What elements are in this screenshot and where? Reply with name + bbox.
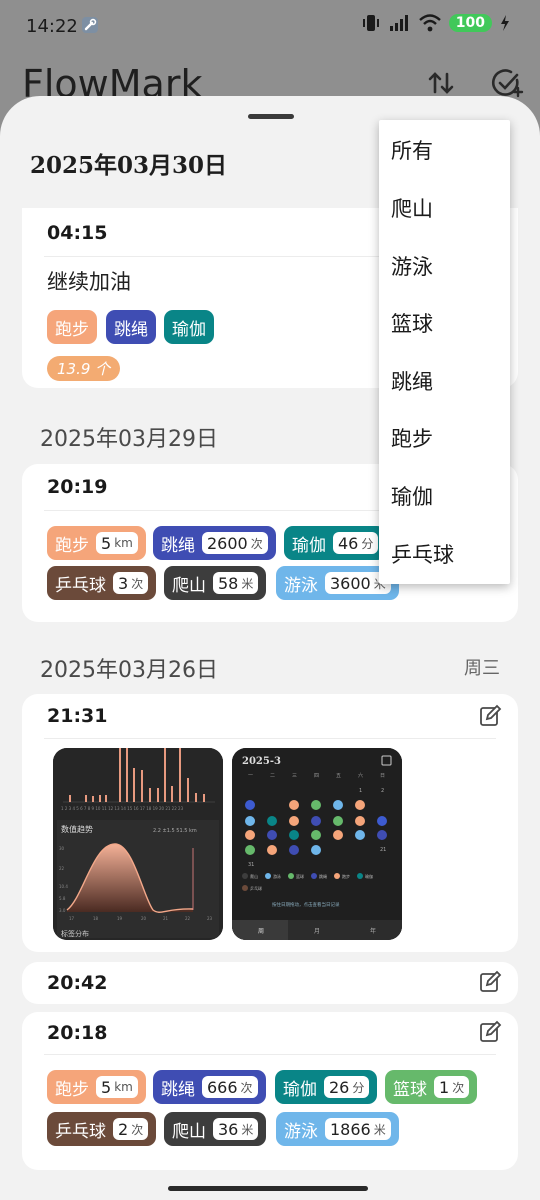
record-card[interactable]: 21:31 1 2 3 4 5 6 7 8 9 10 11 12 13 14 1…: [22, 694, 518, 952]
tag-yujia[interactable]: 瑜伽 46 分: [284, 526, 387, 560]
sort-icon[interactable]: [424, 66, 458, 100]
count-pill: 13.9 个: [47, 356, 121, 381]
tag-filter-menu[interactable]: 所有 爬山 游泳 篮球 跳绳 跑步 瑜伽 乒乓球: [379, 120, 510, 584]
calendar-screenshot-thumbnail[interactable]: 2025-3 一 二 三 四 五 六 日 1 2 21 31 爬山 游泳 篮球 跳…: [232, 748, 402, 940]
svg-text:31: 31: [248, 862, 254, 868]
svg-text:30: 30: [59, 846, 65, 851]
record-time: 20:19: [47, 476, 108, 498]
svg-text:瑜伽: 瑜伽: [365, 873, 373, 879]
tag-pashan[interactable]: 爬山 58 米: [164, 566, 267, 600]
trend-title: 数值趋势: [61, 824, 93, 834]
menu-item-lanqiu[interactable]: 篮球: [391, 308, 433, 338]
svg-text:23: 23: [207, 916, 213, 921]
svg-text:17: 17: [69, 916, 75, 921]
calendar-preview: 2025-3 一 二 三 四 五 六 日 1 2 21 31 爬山 游泳 篮球 跳绳…: [232, 748, 402, 940]
tag-pingpang[interactable]: 乒乓球 3 次: [47, 566, 157, 600]
svg-text:18: 18: [93, 916, 99, 921]
svg-text:五: 五: [336, 773, 341, 779]
tag-paobu[interactable]: 跑步 5 km: [47, 526, 146, 560]
signal-icon: [389, 15, 408, 31]
battery-indicator: 100: [448, 14, 492, 32]
svg-text:22: 22: [185, 916, 191, 921]
svg-text:21: 21: [163, 916, 169, 921]
record-note: 继续加油: [47, 270, 131, 294]
tag-paobu[interactable]: 跑步 5 km: [47, 1070, 146, 1104]
sheet-drag-handle[interactable]: [248, 114, 294, 119]
tag-yujia[interactable]: 瑜伽 26 分: [275, 1070, 378, 1104]
svg-text:游泳: 游泳: [273, 873, 281, 879]
menu-item-all[interactable]: 所有: [391, 135, 433, 165]
date-header: 2025年03月29日: [40, 427, 218, 452]
svg-text:3.0: 3.0: [59, 908, 66, 913]
tag-paobu[interactable]: 跑步: [47, 310, 97, 344]
date-header: 2025年03月30日: [30, 152, 228, 179]
menu-item-pingpang[interactable]: 乒乓球: [391, 539, 454, 569]
tag-tiaosheng[interactable]: 跳绳 2600 次: [153, 526, 276, 560]
tag-pingpang[interactable]: 乒乓球 2 次: [47, 1112, 157, 1146]
svg-text:爬山: 爬山: [250, 873, 258, 879]
record-card[interactable]: 20:18 跑步 5 km 跳绳 666 次 瑜伽 26 分 篮球 1 次 乒乓球 2 次 爬山 36…: [22, 1012, 518, 1170]
svg-text:10.4: 10.4: [59, 884, 68, 889]
check-add-icon[interactable]: [490, 66, 524, 100]
record-card[interactable]: 20:42: [22, 962, 518, 1004]
record-time: 04:15: [47, 222, 108, 244]
date-header: 2025年03月26日: [40, 658, 218, 683]
svg-text:跳绳: 跳绳: [319, 873, 327, 879]
tag-tiaosheng[interactable]: 跳绳 666 次: [153, 1070, 266, 1104]
calendar-hint: 按住日期拖动，点击查看当日记录: [272, 901, 340, 908]
record-time: 21:31: [47, 705, 108, 727]
charging-icon: [501, 15, 509, 31]
menu-item-youyong[interactable]: 游泳: [391, 251, 433, 281]
gesture-nav-bar[interactable]: [168, 1186, 368, 1191]
stats-screenshot-thumbnail[interactable]: 1 2 3 4 5 6 7 8 9 10 11 12 13 14 15 16 1…: [53, 748, 223, 940]
tag-yujia[interactable]: 瑜伽: [164, 310, 214, 344]
wrench-icon: [82, 17, 98, 33]
edit-icon[interactable]: [478, 704, 502, 728]
tag-youyong[interactable]: 游泳 1866 米: [276, 1112, 399, 1146]
svg-text:二: 二: [270, 773, 275, 779]
svg-text:周: 周: [258, 928, 264, 935]
svg-text:三: 三: [292, 773, 297, 779]
svg-text:跑步: 跑步: [342, 873, 350, 879]
stats-preview: 1 2 3 4 5 6 7 8 9 10 11 12 13 14 15 16 1…: [53, 748, 223, 940]
menu-item-paobu[interactable]: 跑步: [391, 423, 433, 453]
record-time: 20:42: [47, 972, 108, 994]
svg-text:5.8: 5.8: [59, 896, 66, 901]
status-bar: 14:22 100: [0, 0, 540, 52]
wifi-icon: [418, 14, 441, 32]
tag-dist-label: 标签分布: [61, 929, 89, 938]
menu-item-pashan[interactable]: 爬山: [391, 193, 433, 223]
edit-icon[interactable]: [478, 970, 502, 994]
svg-text:2: 2: [381, 788, 384, 794]
vibrate-icon: [362, 15, 379, 31]
svg-text:六: 六: [358, 772, 363, 779]
svg-text:20: 20: [141, 916, 147, 921]
svg-text:月: 月: [314, 928, 320, 935]
bar-axis-labels: 1 2 3 4 5 6 7 8 9 10 11 12 13 14 15 16 1…: [61, 806, 184, 811]
trend-meta: 2.2 ±1.5 51.5 km: [153, 828, 197, 834]
status-time: 14:22: [26, 16, 78, 37]
svg-text:乒乓球: 乒乓球: [250, 885, 262, 891]
tag-lanqiu[interactable]: 篮球 1 次: [385, 1070, 478, 1104]
menu-item-yujia[interactable]: 瑜伽: [391, 481, 433, 511]
calendar-month: 2025-3: [242, 756, 281, 767]
svg-text:四: 四: [314, 773, 319, 779]
svg-text:1: 1: [359, 788, 362, 794]
weekday-label: 周三: [464, 658, 500, 679]
record-time: 20:18: [47, 1022, 108, 1044]
tag-tiaosheng[interactable]: 跳绳: [106, 310, 156, 344]
svg-text:日: 日: [380, 773, 385, 779]
tag-pashan[interactable]: 爬山 36 米: [164, 1112, 267, 1146]
menu-item-tiaosheng[interactable]: 跳绳: [391, 366, 433, 396]
edit-icon[interactable]: [478, 1020, 502, 1044]
svg-text:年: 年: [370, 927, 376, 935]
svg-text:21: 21: [380, 847, 386, 853]
svg-text:篮球: 篮球: [296, 873, 304, 879]
svg-text:19: 19: [117, 916, 123, 921]
svg-text:一: 一: [248, 773, 253, 779]
svg-text:22: 22: [59, 866, 65, 871]
